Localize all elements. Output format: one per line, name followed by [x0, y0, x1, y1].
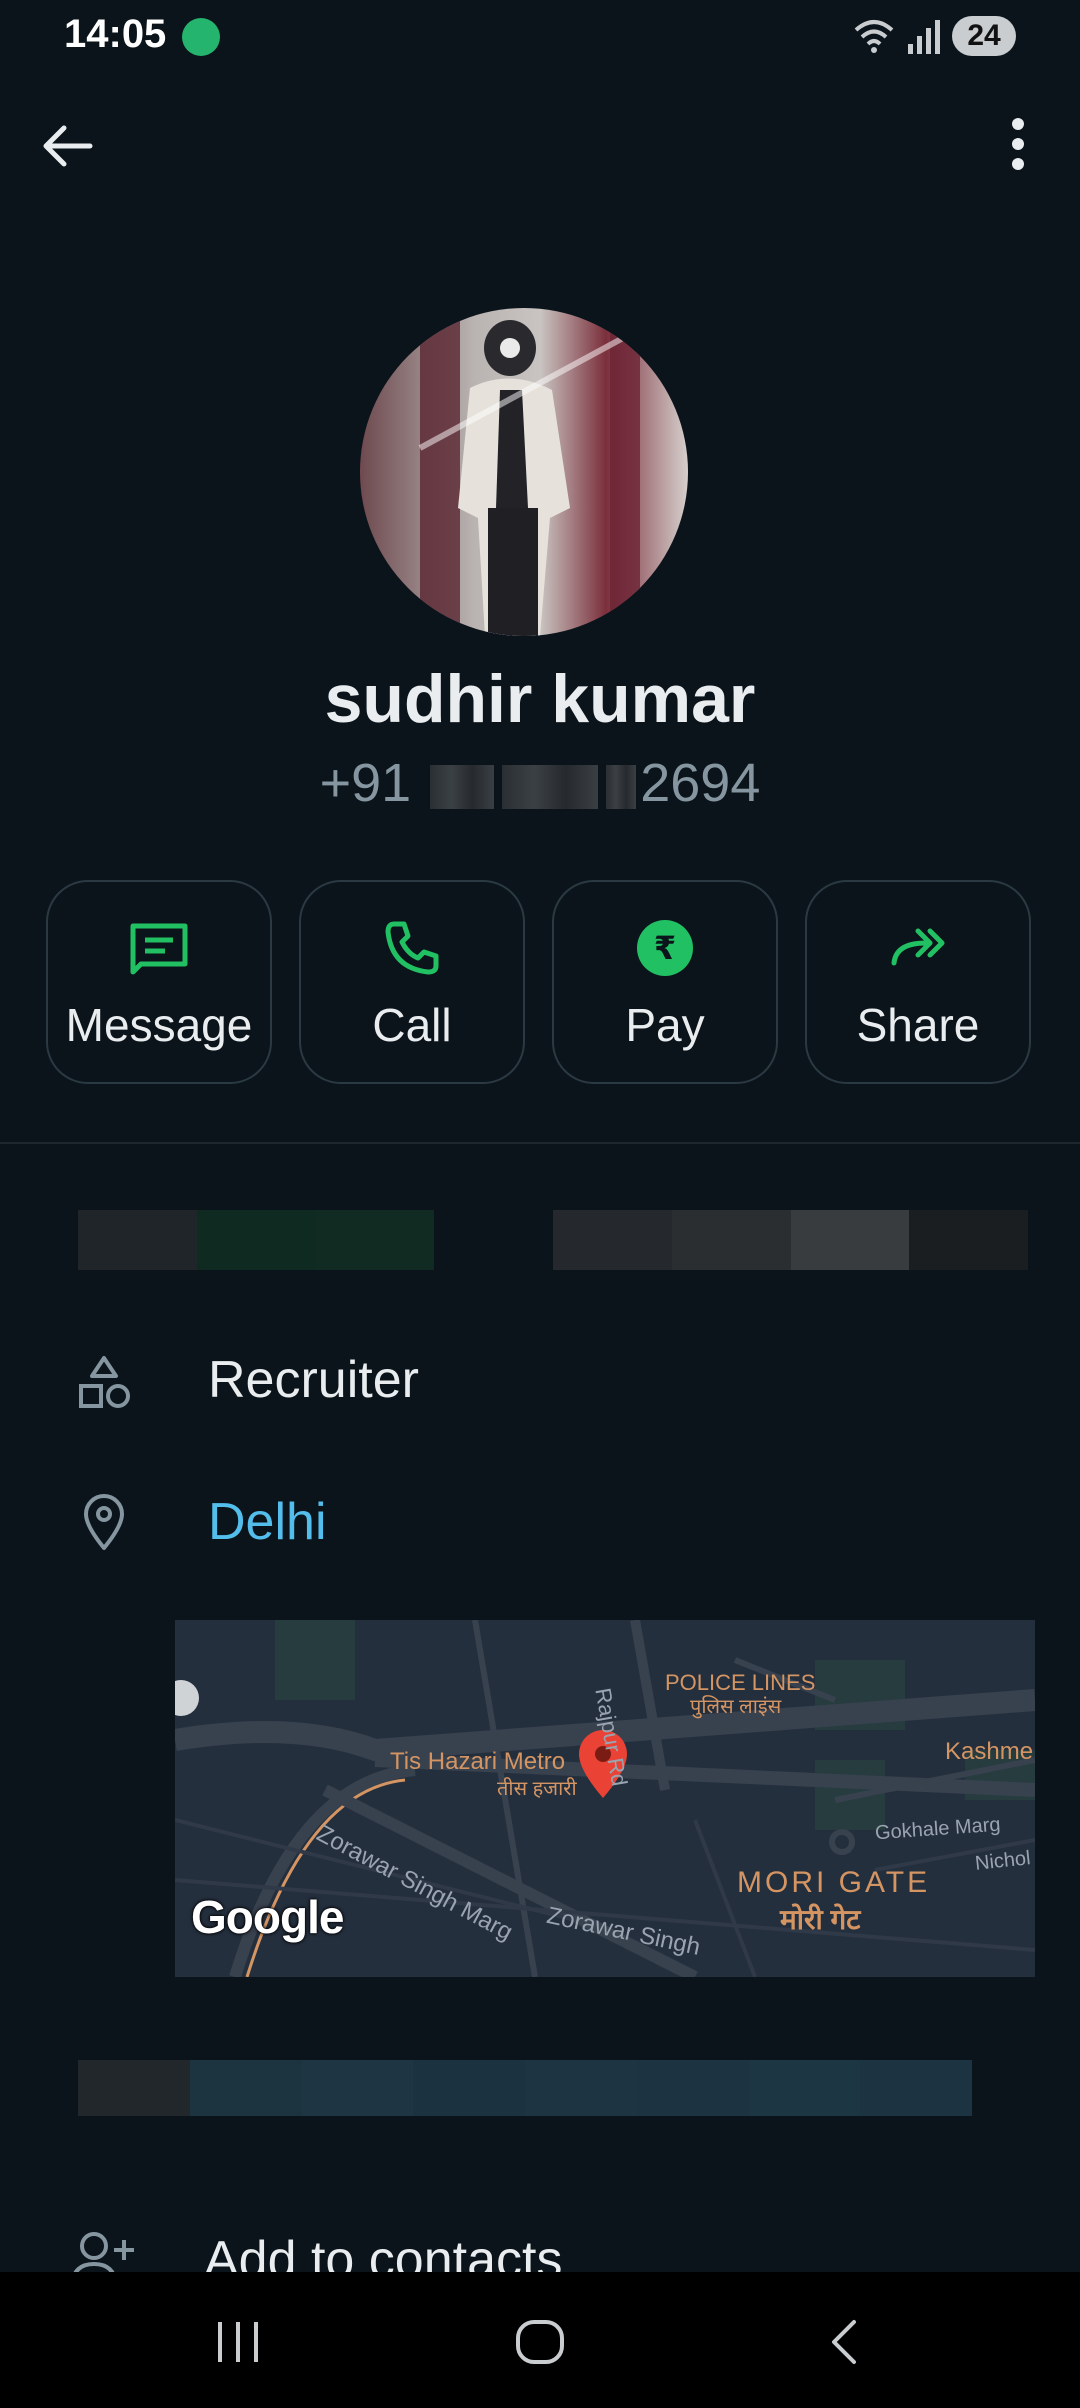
redacted-digits	[502, 764, 599, 809]
share-icon	[891, 928, 945, 966]
recent-apps-icon[interactable]	[214, 2314, 262, 2370]
pay-label: Pay	[625, 999, 705, 1051]
contact-name: sudhir kumar	[324, 661, 756, 737]
wifi-icon	[854, 20, 894, 53]
location-link[interactable]: Delhi	[208, 1492, 327, 1552]
more-options-icon[interactable]	[990, 112, 1046, 176]
profile-photo[interactable]	[360, 308, 688, 636]
contact-phone-number: +91 2694	[0, 752, 1080, 814]
phone-prefix: +91	[319, 753, 412, 813]
message-label: Message	[65, 999, 253, 1051]
call-button[interactable]: Call	[299, 880, 525, 1084]
location-pin-icon	[72, 1490, 136, 1554]
map-label: Kashme	[945, 1738, 1034, 1765]
message-button[interactable]: Message	[46, 880, 272, 1084]
nav-back-icon[interactable]	[820, 2314, 868, 2370]
google-logo: Google	[191, 1891, 344, 1943]
status-time: 14:05	[64, 12, 167, 56]
signal-icon	[908, 20, 940, 54]
map-label: Tis Hazari Metro	[390, 1748, 566, 1775]
map-label: पुलिस लाइंस	[690, 1696, 782, 1718]
rupee-icon: ₹	[637, 920, 693, 976]
location-map[interactable]: POLICE LINES पुलिस लाइंस Tis Hazari Metr…	[175, 1620, 1035, 1977]
message-icon	[130, 923, 188, 975]
map-label: MORI GATE	[737, 1866, 931, 1899]
status-bar: 14:05 24	[0, 0, 1080, 72]
section-divider	[0, 1142, 1080, 1144]
map-label: मोरी गेट	[780, 1904, 861, 1935]
category-shapes-icon	[72, 1350, 136, 1414]
business-category: Recruiter	[208, 1351, 419, 1409]
share-button[interactable]: Share	[805, 880, 1031, 1084]
redacted-digits	[430, 764, 495, 809]
phone-suffix: 2694	[640, 753, 761, 813]
home-icon[interactable]	[512, 2314, 568, 2370]
redacted-about-text	[78, 1210, 1028, 1270]
pay-button[interactable]: ₹ Pay	[552, 880, 778, 1084]
redacted-digits	[606, 764, 637, 809]
back-arrow-icon[interactable]	[36, 114, 100, 178]
map-label: तीस हजारी	[497, 1778, 577, 1800]
svg-text:₹: ₹	[654, 929, 676, 967]
app-notification-icon	[182, 18, 220, 56]
battery-indicator: 24	[952, 16, 1016, 56]
phone-icon	[385, 921, 439, 975]
call-label: Call	[372, 999, 452, 1051]
share-label: Share	[856, 999, 980, 1051]
redacted-link-text	[78, 2060, 972, 2116]
